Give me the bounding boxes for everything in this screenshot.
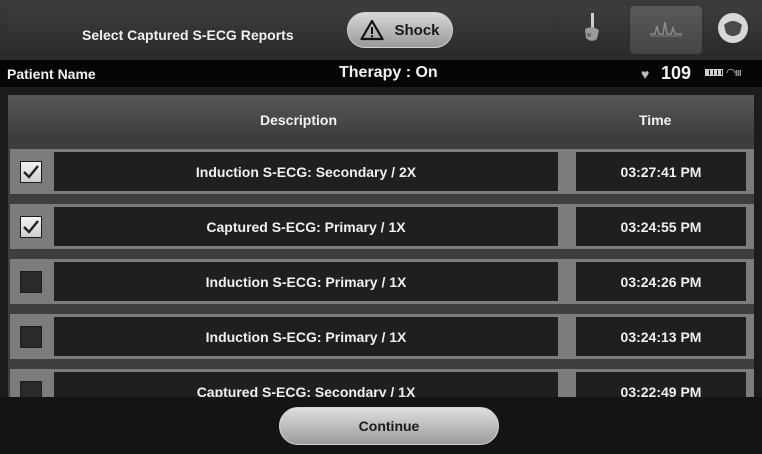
row-time: 03:24:13 PM (576, 317, 746, 356)
row-time: 03:24:26 PM (576, 262, 746, 301)
row-checkbox[interactable] (20, 326, 42, 348)
row-checkbox[interactable] (20, 381, 42, 397)
wand-button[interactable] (556, 6, 628, 54)
row-time: 03:24:55 PM (576, 207, 746, 246)
patient-name-label: Patient Name (7, 66, 96, 82)
shock-button[interactable]: Shock (347, 12, 453, 48)
status-bar: Patient Name Therapy : On ♥ 109 ◠ııı (0, 60, 762, 87)
heart-icon: ♥ (641, 66, 650, 82)
heart-rate-value: 109 (661, 63, 692, 83)
warning-triangle-icon (360, 19, 385, 41)
checkmark-icon (23, 220, 39, 234)
wand-icon (577, 11, 607, 50)
reports-table: Description Time Induction S-ECG: Second… (8, 95, 754, 397)
table-header: Description Time (8, 95, 754, 143)
row-time: 03:22:49 PM (576, 372, 746, 397)
page-title: Select Captured S-ECG Reports (82, 27, 294, 43)
row-description: Induction S-ECG: Primary / 1X (54, 317, 558, 356)
row-checkbox[interactable] (20, 161, 42, 183)
description-column-header: Description (260, 112, 338, 128)
ecg-chart-icon (649, 18, 683, 43)
top-bar: Select Captured S-ECG Reports Shock (0, 0, 762, 60)
row-description: Induction S-ECG: Primary / 1X (54, 262, 558, 301)
row-description: Captured S-ECG: Primary / 1X (54, 207, 558, 246)
signal-icon: ◠ııı (726, 67, 742, 79)
row-description: Captured S-ECG: Secondary / 1X (54, 372, 558, 397)
bottom-bar: Continue (0, 397, 762, 454)
row-checkbox[interactable] (20, 216, 42, 238)
continue-button[interactable]: Continue (279, 407, 499, 445)
ecg-view-button[interactable] (630, 6, 702, 54)
title-cell: Select Captured S-ECG Reports (8, 6, 554, 54)
time-column-header: Time (639, 112, 672, 128)
row-checkbox[interactable] (20, 271, 42, 293)
table-row[interactable]: Induction S-ECG: Secondary / 2X 03:27:41… (10, 149, 754, 194)
therapy-status: Therapy : On (339, 64, 438, 81)
battery-icon (705, 69, 723, 76)
row-time: 03:27:41 PM (576, 152, 746, 191)
magnet-button[interactable] (704, 6, 762, 54)
table-row[interactable]: Captured S-ECG: Primary / 1X 03:24:55 PM (10, 204, 754, 249)
magnet-icon (716, 11, 750, 50)
table-row[interactable]: Captured S-ECG: Secondary / 1X 03:22:49 … (10, 369, 754, 397)
checkmark-icon (23, 165, 39, 179)
shock-label: Shock (394, 21, 440, 39)
row-description: Induction S-ECG: Secondary / 2X (54, 152, 558, 191)
table-row[interactable]: Induction S-ECG: Primary / 1X 03:24:26 P… (10, 259, 754, 304)
table-row[interactable]: Induction S-ECG: Primary / 1X 03:24:13 P… (10, 314, 754, 359)
